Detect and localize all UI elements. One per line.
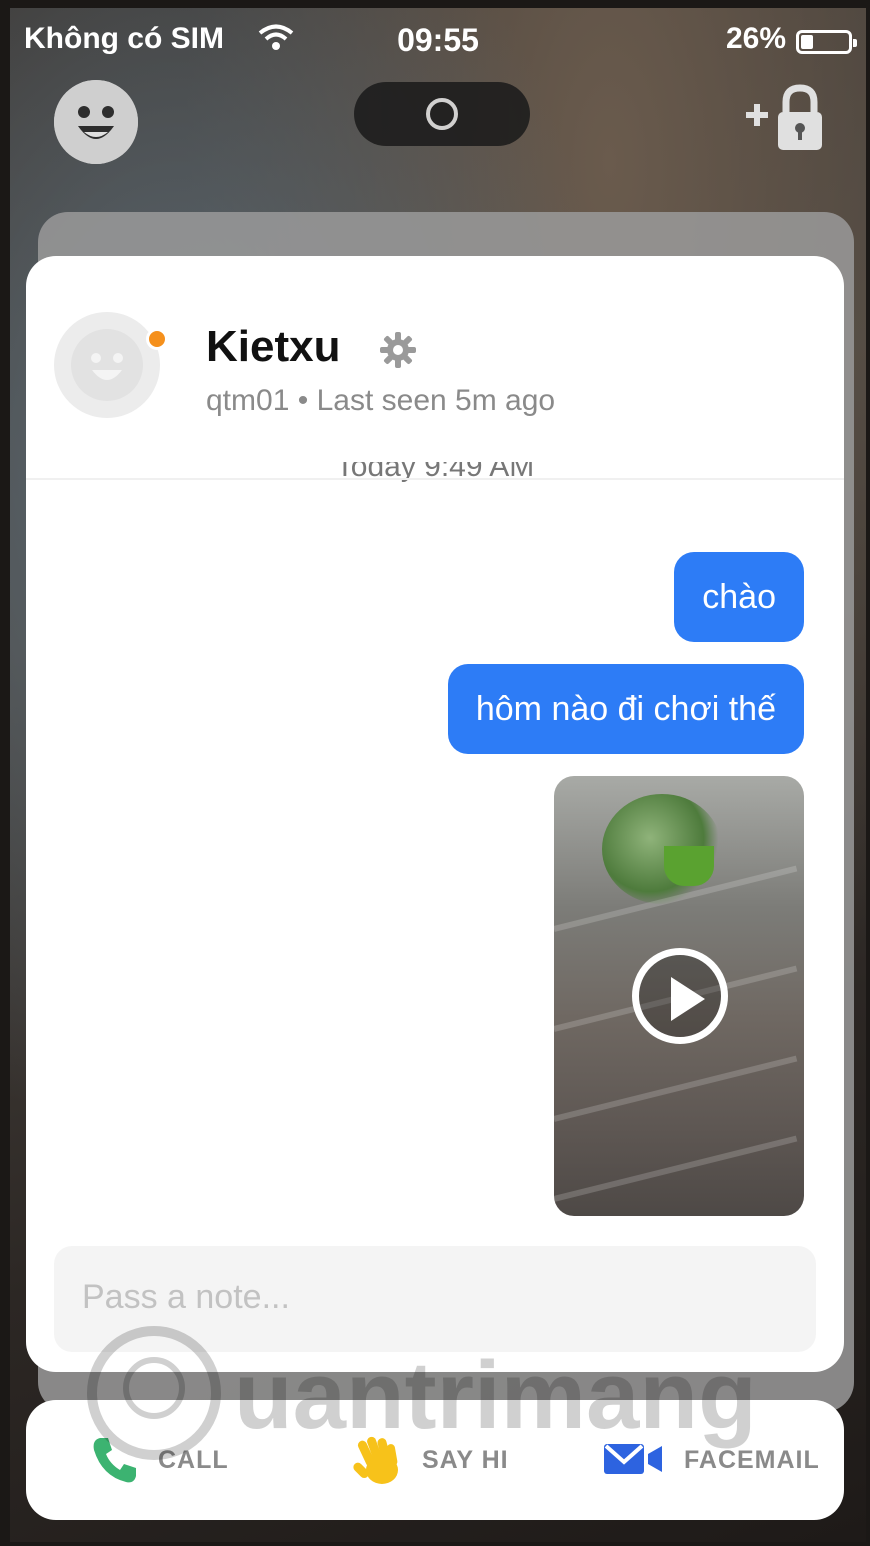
smiley-button[interactable] [54,80,138,164]
note-input[interactable] [82,1278,782,1317]
add-lock-icon[interactable] [742,82,832,152]
facemail-button[interactable]: FACEMAIL [600,1400,820,1520]
video-thumbnail-stair [554,1135,798,1202]
say-hi-label: SAY HI [422,1445,509,1474]
call-label: CALL [158,1445,229,1474]
camera-shutter-icon [426,98,458,130]
chat-card: Kietxu qtm01 • Last seen 5m ago Today 9:… [26,256,844,1372]
phone-icon [93,1438,136,1483]
call-button[interactable]: CALL [88,1400,229,1520]
avatar-smiley-icon [71,329,143,401]
online-status-dot [146,328,168,350]
gear-icon[interactable] [378,330,418,370]
camera-shutter-button[interactable] [354,82,530,146]
contact-name: Kietxu [206,322,341,371]
video-message[interactable] [554,776,804,1216]
header-divider [26,478,844,480]
chat-header: Kietxu qtm01 • Last seen 5m ago [26,256,844,476]
battery-percent: 26% [725,22,786,55]
contact-subline: qtm01 • Last seen 5m ago [206,384,555,418]
facemail-label: FACEMAIL [684,1445,820,1474]
action-bar: CALL SAY HI FACEMAIL [26,1400,844,1520]
battery-fill [801,35,813,49]
message-bubble[interactable]: hôm nào đi chơi thế [447,664,804,754]
play-icon [671,977,705,1021]
smiley-icon [54,80,138,164]
video-thumbnail-pot [664,846,714,886]
play-button[interactable] [632,948,728,1044]
last-seen: Last seen 5m ago [316,384,556,417]
chat-timestamp: Today 9:49 AM [335,462,535,483]
avatar[interactable] [54,312,160,418]
status-bar: Không có SIM 09:55 26% [10,8,866,68]
video-thumbnail-stair [554,1055,798,1122]
contact-username: qtm01 [206,384,290,417]
facemail-icon [604,1444,662,1474]
battery-icon [796,30,857,54]
note-composer [54,1246,816,1352]
waving-hand-icon [353,1436,398,1484]
subline-separator: • [297,384,309,417]
message-bubble[interactable]: chào [674,552,804,642]
say-hi-button[interactable]: SAY HI [352,1400,509,1520]
top-controls [10,70,866,164]
